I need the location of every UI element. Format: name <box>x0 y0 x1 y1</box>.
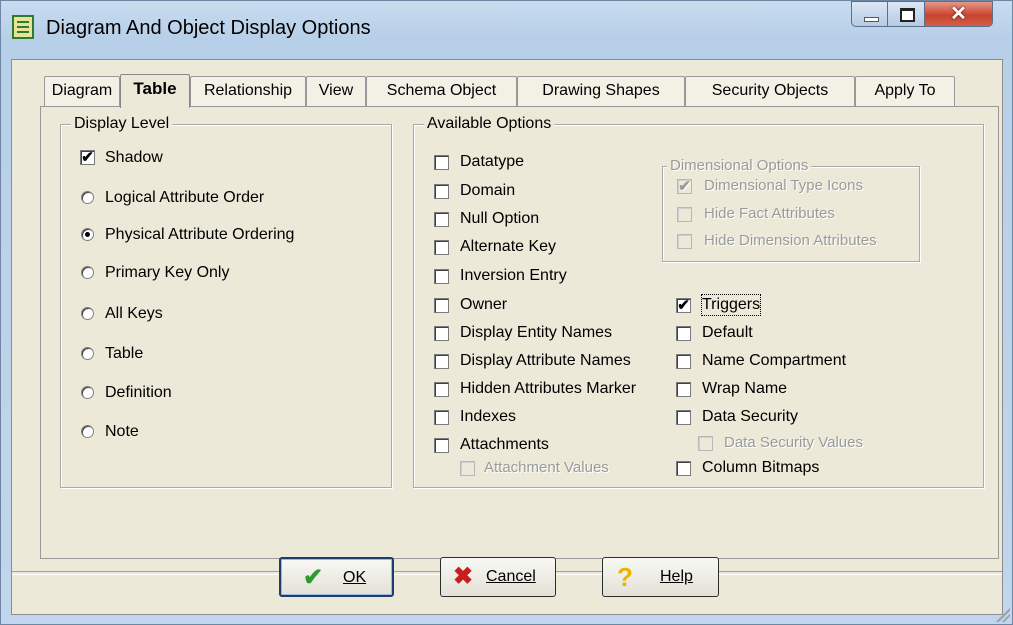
checkbox[interactable] <box>676 410 691 425</box>
option-label: Hide Fact Attributes <box>704 205 835 222</box>
close-button[interactable]: ✕ <box>925 1 993 27</box>
x-icon: ✖ <box>452 563 474 590</box>
radio-label: Logical Attribute Order <box>105 189 265 206</box>
checkbox[interactable] <box>434 354 449 369</box>
checkbox[interactable] <box>434 155 449 170</box>
tab-apply-to[interactable]: Apply To <box>855 76 955 106</box>
option-label: Data Security Values <box>724 434 863 451</box>
radio-button[interactable] <box>81 266 94 279</box>
checkbox[interactable] <box>434 298 449 313</box>
minimize-button[interactable] <box>851 1 888 27</box>
check-icon: ✔ <box>302 564 324 591</box>
title-bar[interactable]: Diagram And Object Display Options ✕ <box>1 1 1012 59</box>
option-label: Null Option <box>460 210 540 227</box>
ok-button[interactable]: ✔ OK <box>279 557 394 597</box>
radio-button[interactable] <box>81 191 94 204</box>
cancel-label: Cancel <box>486 568 536 585</box>
checkbox[interactable] <box>434 212 449 227</box>
tab-table[interactable]: Table <box>120 74 190 108</box>
maximize-button[interactable] <box>888 1 925 27</box>
table-tab-panel: Display Level ✔ Shadow Logical Attribute… <box>40 106 999 559</box>
tab-drawing-shapes[interactable]: Drawing Shapes <box>517 76 685 106</box>
checkbox-disabled[interactable] <box>677 207 692 222</box>
dimensional-options-title: Dimensional Options <box>667 156 812 176</box>
option-label: Domain <box>460 182 516 199</box>
checkbox-disabled[interactable] <box>677 234 692 249</box>
option-label: Wrap Name <box>702 380 788 397</box>
checkbox-disabled[interactable]: ✔ <box>677 179 692 194</box>
radio-button[interactable] <box>81 386 94 399</box>
tab-relationship[interactable]: Relationship <box>190 76 306 106</box>
option-label: Inversion Entry <box>460 267 567 284</box>
radio-label: Definition <box>105 384 172 401</box>
option-label: Display Entity Names <box>460 324 613 341</box>
question-icon: ? <box>617 562 633 592</box>
option-label: Name Compartment <box>702 352 847 369</box>
shadow-label: Shadow <box>105 149 163 166</box>
checkbox[interactable] <box>434 382 449 397</box>
minimize-icon <box>864 17 879 22</box>
checkbox[interactable] <box>676 326 691 341</box>
radio-label: Table <box>105 345 144 362</box>
option-label: Indexes <box>460 408 517 425</box>
checkbox[interactable] <box>434 240 449 255</box>
radio-button[interactable] <box>81 228 94 241</box>
help-label: Help <box>660 568 693 585</box>
radio-label: Physical Attribute Ordering <box>105 226 295 243</box>
radio-button[interactable] <box>81 347 94 360</box>
display-level-group: Display Level ✔ Shadow Logical Attribute… <box>60 114 392 488</box>
checkbox-disabled[interactable] <box>698 436 713 451</box>
option-label: Hidden Attributes Marker <box>460 380 637 397</box>
available-options-title: Available Options <box>424 114 555 134</box>
radio-label: Note <box>105 423 139 440</box>
checkbox[interactable] <box>676 354 691 369</box>
tab-schema-object[interactable]: Schema Object <box>366 76 517 106</box>
checkbox[interactable] <box>434 410 449 425</box>
checkbox[interactable] <box>676 382 691 397</box>
checkbox-disabled[interactable] <box>460 461 475 476</box>
option-label: Dimensional Type Icons <box>704 177 863 194</box>
tab-view[interactable]: View <box>306 76 366 106</box>
option-label: Owner <box>460 296 508 313</box>
checkbox[interactable] <box>434 184 449 199</box>
radio-label: All Keys <box>105 305 163 322</box>
option-label: Triggers <box>700 294 762 316</box>
checkbox[interactable]: ✔ <box>676 298 691 313</box>
checkbox[interactable] <box>434 438 449 453</box>
option-label: Default <box>702 324 753 341</box>
option-label: Display Attribute Names <box>460 352 631 369</box>
option-label: Data Security <box>702 408 799 425</box>
ok-label: OK <box>343 569 367 586</box>
option-label: Attachments <box>460 436 549 453</box>
radio-label: Primary Key Only <box>105 264 230 281</box>
tab-security-objects[interactable]: Security Objects <box>685 76 855 106</box>
dialog-window: Diagram And Object Display Options ✕ Dia… <box>0 0 1013 625</box>
option-label: Alternate Key <box>460 238 557 255</box>
option-label: Column Bitmaps <box>702 459 820 476</box>
resize-grip[interactable] <box>996 608 1010 622</box>
available-options-group: Available Options Datatype Domain Null O… <box>413 114 984 488</box>
option-label: Hide Dimension Attributes <box>704 232 877 249</box>
checkbox[interactable] <box>434 326 449 341</box>
help-button[interactable]: ? Help <box>602 557 719 597</box>
maximize-icon <box>900 8 915 22</box>
radio-button[interactable] <box>81 307 94 320</box>
checkbox[interactable] <box>676 461 691 476</box>
option-label: Datatype <box>460 153 525 170</box>
shadow-check-box[interactable]: ✔ <box>80 150 95 165</box>
tab-diagram[interactable]: Diagram <box>44 76 120 106</box>
close-icon: ✕ <box>950 3 967 25</box>
option-label: Attachment Values <box>484 459 609 476</box>
radio-button[interactable] <box>81 425 94 438</box>
cancel-button[interactable]: ✖ Cancel <box>440 557 556 597</box>
display-level-title: Display Level <box>71 114 173 134</box>
dialog-body: Diagram Table Relationship View Schema O… <box>11 59 1003 615</box>
checkbox[interactable] <box>434 269 449 284</box>
app-icon <box>12 15 34 39</box>
window-title: Diagram And Object Display Options <box>46 17 371 39</box>
dimensional-options-group: Dimensional Options ✔ Dimensional Type Ic… <box>662 156 920 262</box>
